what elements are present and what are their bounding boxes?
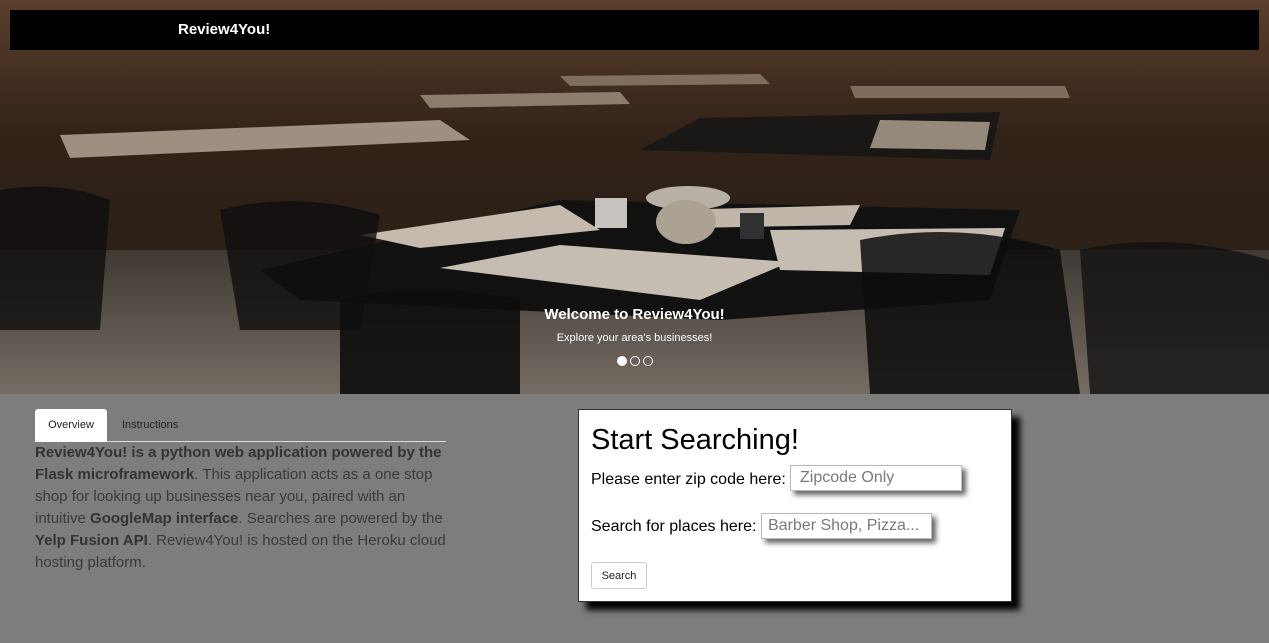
search-title: Start Searching! — [591, 424, 799, 456]
carousel-indicator-3[interactable] — [643, 356, 653, 366]
overview-segment: GoogleMap interface — [90, 510, 239, 527]
hero-carousel[interactable]: Review4You! Welcome to Review4You! Explo… — [0, 0, 1269, 394]
info-tabs: Overview Instructions — [35, 409, 446, 442]
place-label: Search for places here: — [591, 518, 757, 535]
carousel-indicators — [617, 356, 653, 366]
places-search-input[interactable] — [761, 513, 932, 539]
tab-instructions[interactable]: Instructions — [109, 409, 191, 442]
zipcode-input[interactable] — [790, 465, 962, 491]
tab-overview[interactable]: Overview — [35, 409, 107, 442]
brand-link[interactable]: Review4You! — [178, 10, 270, 50]
search-card: Start Searching! Please enter zip code h… — [578, 409, 1012, 602]
carousel-indicator-2[interactable] — [630, 356, 640, 366]
carousel-indicator-1[interactable] — [617, 356, 627, 366]
zip-label: Please enter zip code here: — [591, 471, 786, 488]
overview-text: Review4You! is a python web application … — [35, 442, 450, 574]
search-button[interactable]: Search — [591, 562, 647, 589]
navbar: Review4You! — [10, 10, 1259, 50]
overview-segment: Yelp Fusion API — [35, 532, 148, 549]
overview-segment: . Searches are powered by the — [238, 510, 443, 527]
caption-subtitle: Explore your area's businesses! — [556, 332, 713, 344]
caption-title: Welcome to Review4You! — [544, 306, 725, 323]
